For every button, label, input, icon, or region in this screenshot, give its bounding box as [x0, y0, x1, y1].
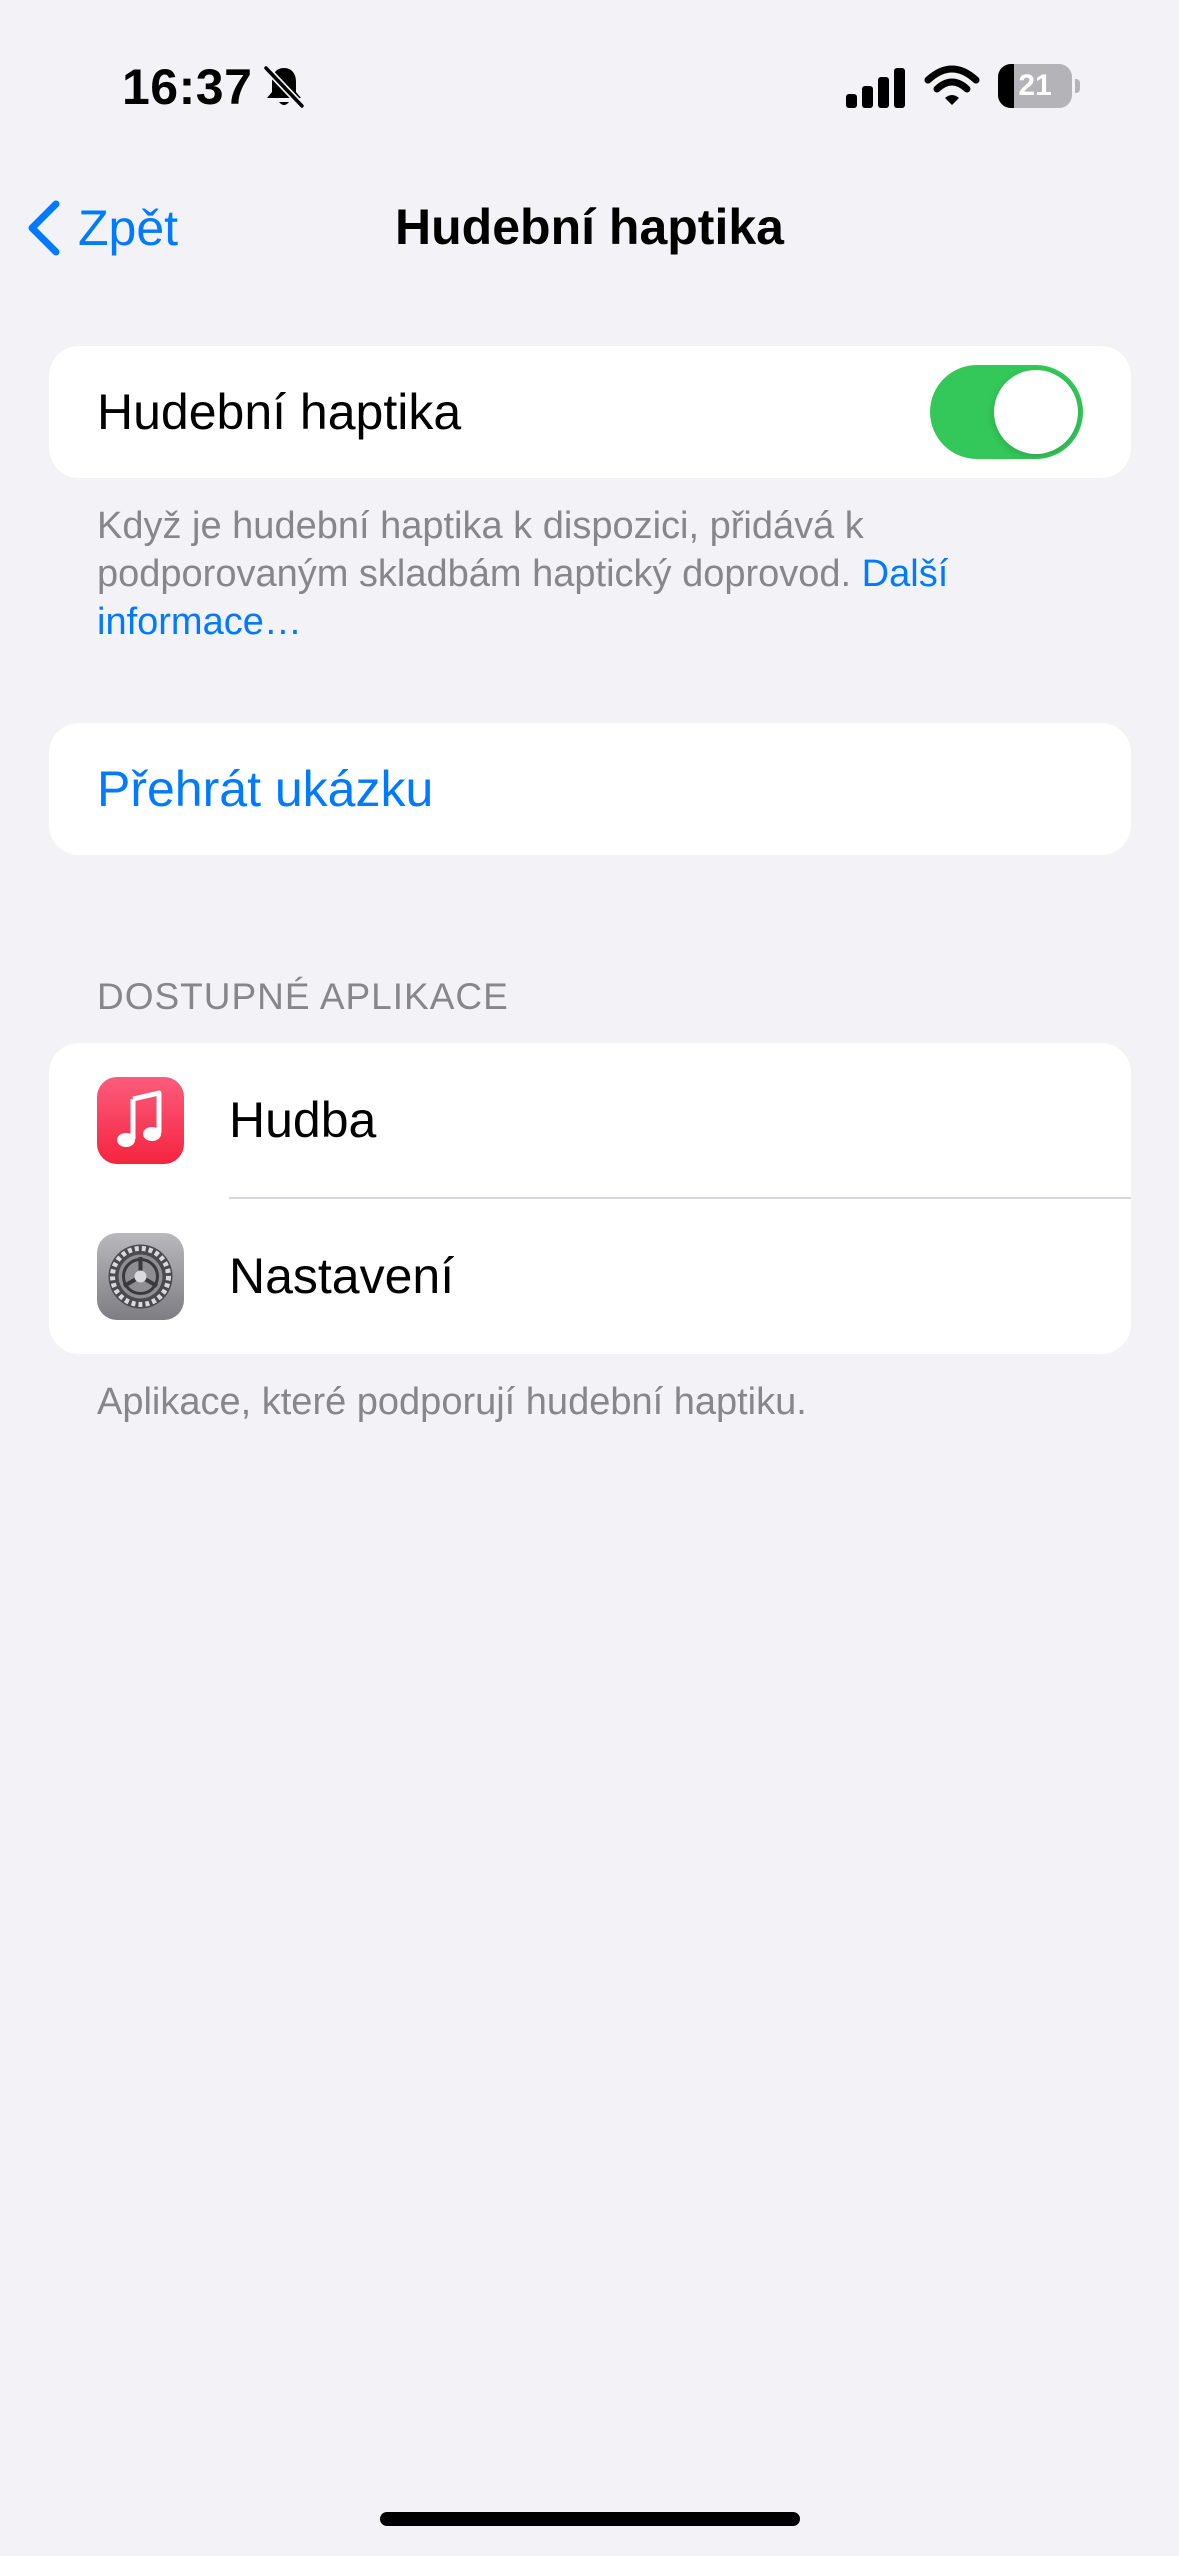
haptics-footer-text: Když je hudební haptika k dispozici, při…: [97, 505, 864, 595]
status-time: 16:37: [122, 59, 253, 115]
apps-footer: Aplikace, které podporují hudební haptik…: [97, 1381, 807, 1423]
play-sample-button[interactable]: Přehrát ukázku: [49, 723, 1131, 855]
haptics-toggle-row: Hudební haptika: [49, 346, 1131, 478]
apps-section-header: DOSTUPNÉ APLIKACE: [97, 976, 509, 1017]
apps-list: Hudba Nastavení: [49, 1043, 1131, 1354]
cellular-signal-icon: [846, 68, 905, 108]
wifi-icon: [924, 65, 980, 105]
list-item-settings[interactable]: Nastavení: [49, 1199, 1131, 1354]
home-indicator[interactable]: [380, 2512, 800, 2526]
list-item-music[interactable]: Hudba: [49, 1043, 1131, 1199]
bell-slash-icon: [263, 65, 305, 109]
screen: 16:37 21 Zpět Hudební haptika Hudební ha…: [0, 0, 1179, 2556]
list-item-label: Nastavení: [229, 1248, 455, 1304]
list-item-label: Hudba: [229, 1092, 377, 1148]
page-title: Hudební haptika: [395, 199, 784, 255]
battery-icon: 21: [998, 64, 1080, 108]
haptics-toggle-switch[interactable]: [930, 365, 1083, 459]
battery-level: 21: [1018, 69, 1052, 102]
switch-knob: [994, 370, 1078, 454]
haptics-footer: Když je hudební haptika k dispozici, při…: [97, 502, 1077, 646]
music-app-icon: [97, 1077, 184, 1164]
toggle-label: Hudební haptika: [97, 384, 462, 440]
play-sample-label: Přehrát ukázku: [97, 761, 434, 817]
settings-app-icon: [97, 1233, 184, 1320]
